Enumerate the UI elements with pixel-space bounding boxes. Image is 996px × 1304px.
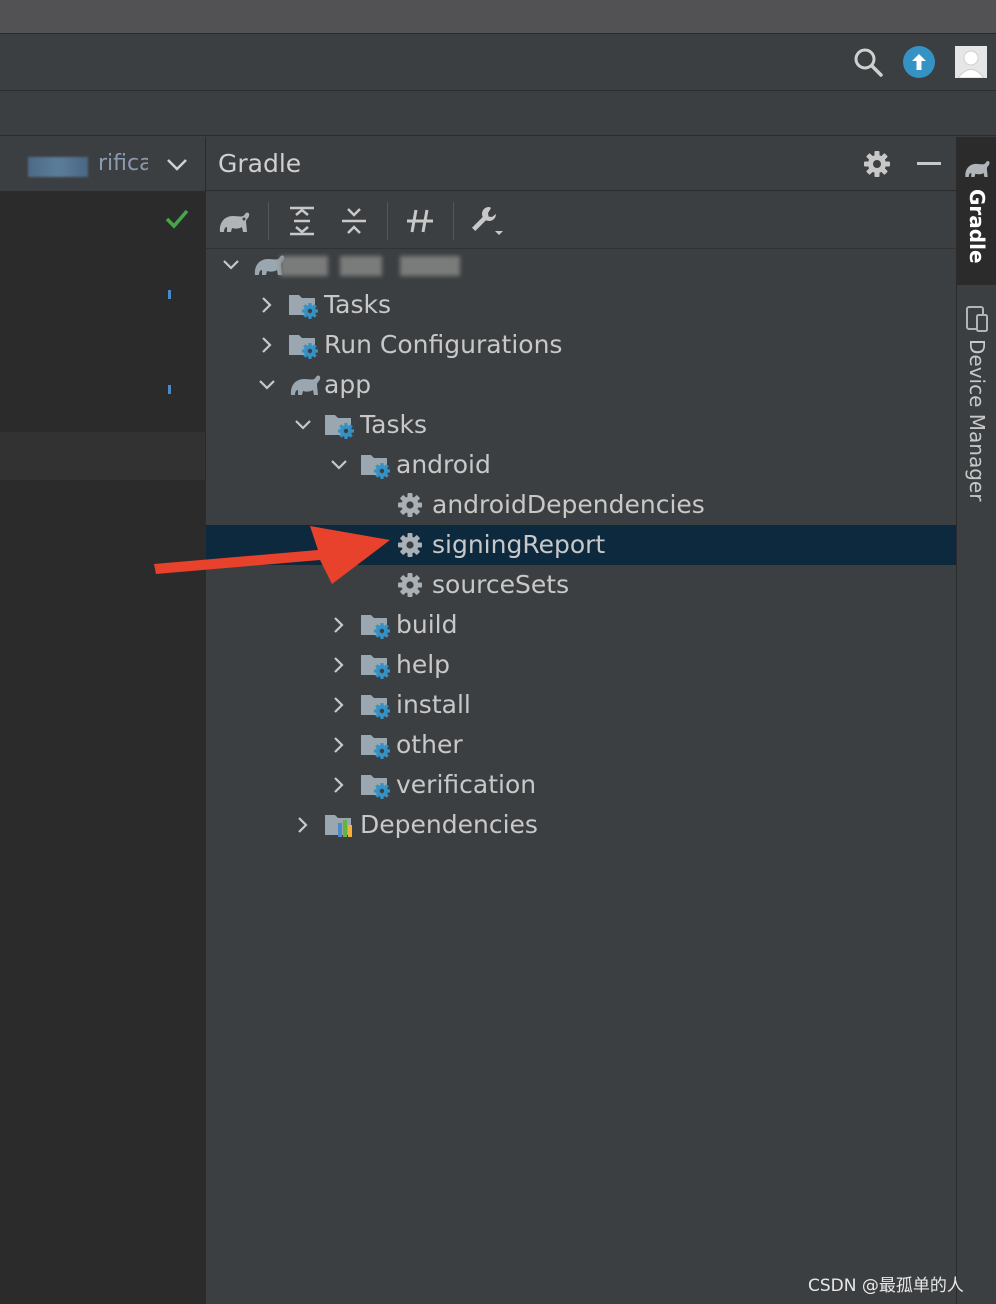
task-folder-icon bbox=[360, 611, 392, 639]
gradle-header: Gradle bbox=[206, 137, 956, 191]
minimize-icon[interactable] bbox=[917, 162, 941, 165]
gradle-module-icon bbox=[288, 371, 321, 399]
tree-row[interactable]: Tasks bbox=[206, 285, 956, 325]
tree-row-label: verification bbox=[396, 770, 537, 799]
change-marker bbox=[168, 385, 171, 394]
toolbar-separator bbox=[268, 202, 269, 240]
left-panel-header: rifica bbox=[0, 137, 205, 192]
tree-row[interactable]: Run Configurations bbox=[206, 325, 956, 365]
gradle-side-tab-label[interactable]: Gradle bbox=[965, 189, 989, 264]
gradle-elephant-icon[interactable] bbox=[216, 204, 252, 238]
task-folder-icon bbox=[324, 411, 356, 439]
gradle-tool-window: Gradle Tasks Run Configurations app Tasks an… bbox=[206, 137, 956, 1304]
left-tab-label[interactable]: rifica bbox=[98, 151, 148, 176]
tree-row-label: install bbox=[396, 690, 471, 719]
task-folder-icon bbox=[360, 651, 392, 679]
chevron-down-icon[interactable] bbox=[256, 374, 278, 396]
task-folder-icon bbox=[360, 771, 392, 799]
task-folder-icon bbox=[288, 291, 320, 319]
chevron-down-icon[interactable] bbox=[164, 151, 190, 177]
tree-row[interactable]: other bbox=[206, 725, 956, 765]
user-avatar-icon[interactable] bbox=[955, 46, 987, 78]
left-panel-content bbox=[0, 192, 205, 432]
task-folder-icon bbox=[360, 451, 392, 479]
tree-row-label: androidDependencies bbox=[432, 490, 705, 519]
tree-row-label: build bbox=[396, 610, 458, 639]
gradle-title: Gradle bbox=[218, 149, 302, 178]
build-tool-settings-icon[interactable] bbox=[468, 204, 504, 238]
chevron-right-icon[interactable] bbox=[328, 734, 350, 756]
check-icon bbox=[164, 207, 190, 235]
tree-row[interactable]: Dependencies bbox=[206, 805, 956, 845]
chevron-right-icon[interactable] bbox=[256, 294, 278, 316]
tree-row[interactable]: Tasks bbox=[206, 405, 956, 445]
chevron-right-icon[interactable] bbox=[328, 614, 350, 636]
tree-row-label: Tasks bbox=[324, 290, 391, 319]
right-tool-strip: Gradle Device Manager bbox=[956, 137, 996, 1304]
device-manager-side-tab-label[interactable]: Device Manager bbox=[965, 339, 989, 501]
chevron-down-icon[interactable] bbox=[328, 454, 350, 476]
chevron-down-icon[interactable] bbox=[220, 254, 242, 276]
gradle-elephant-icon bbox=[963, 157, 991, 183]
gear-icon bbox=[396, 571, 428, 599]
task-folder-icon bbox=[360, 691, 392, 719]
tree-row-label: Run Configurations bbox=[324, 330, 563, 359]
tree-row-label: android bbox=[396, 450, 491, 479]
update-icon[interactable] bbox=[903, 46, 935, 78]
tree-row-label: Dependencies bbox=[360, 810, 538, 839]
gradle-toolbar bbox=[206, 192, 956, 249]
left-tool-panel: rifica bbox=[0, 137, 205, 1304]
chevron-right-icon[interactable] bbox=[256, 334, 278, 356]
tree-row[interactable]: help bbox=[206, 645, 956, 685]
tree-row[interactable]: verification bbox=[206, 765, 956, 805]
toggle-offline-icon[interactable] bbox=[402, 204, 438, 238]
watermark-text: CSDN @最孤单的人 bbox=[808, 1276, 964, 1296]
main-toolbar bbox=[0, 34, 996, 91]
chevron-right-icon[interactable] bbox=[328, 654, 350, 676]
chevron-right-icon[interactable] bbox=[292, 814, 314, 836]
redacted-project-name bbox=[340, 256, 382, 276]
tree-row[interactable] bbox=[206, 245, 956, 285]
redacted-project-name bbox=[400, 256, 460, 276]
navigation-bar bbox=[0, 92, 996, 136]
gear-icon[interactable] bbox=[863, 150, 891, 182]
tree-row-label: signingReport bbox=[432, 530, 606, 559]
tree-row-label: Tasks bbox=[360, 410, 427, 439]
redacted-tab bbox=[28, 157, 88, 177]
tree-row-label: other bbox=[396, 730, 463, 759]
window-title-bar bbox=[0, 0, 996, 34]
search-icon[interactable] bbox=[852, 46, 884, 78]
gear-icon bbox=[396, 531, 428, 559]
device-icon bbox=[965, 305, 989, 337]
left-panel-selected-row bbox=[0, 432, 205, 480]
toolbar-separator bbox=[453, 202, 454, 240]
tree-row[interactable]: build bbox=[206, 605, 956, 645]
chevron-right-icon[interactable] bbox=[328, 774, 350, 796]
task-folder-icon bbox=[288, 331, 320, 359]
expand-all-icon[interactable] bbox=[284, 204, 320, 238]
tree-row[interactable]: android bbox=[206, 445, 956, 485]
annotation-arrow bbox=[154, 526, 390, 584]
gear-icon bbox=[396, 491, 428, 519]
gradle-side-tab[interactable]: Gradle bbox=[957, 137, 996, 285]
redacted-project-name bbox=[280, 256, 328, 276]
collapse-all-icon[interactable] bbox=[336, 204, 372, 238]
tree-row-label: help bbox=[396, 650, 451, 679]
toolbar-separator bbox=[387, 202, 388, 240]
tree-row[interactable]: app bbox=[206, 365, 956, 405]
tree-row-label: app bbox=[324, 370, 372, 399]
task-folder-icon bbox=[360, 731, 392, 759]
change-marker bbox=[168, 290, 171, 299]
dependencies-icon bbox=[324, 811, 356, 839]
tree-row[interactable]: install bbox=[206, 685, 956, 725]
tree-row-label: sourceSets bbox=[432, 570, 570, 599]
chevron-down-icon[interactable] bbox=[292, 414, 314, 436]
chevron-right-icon[interactable] bbox=[328, 694, 350, 716]
